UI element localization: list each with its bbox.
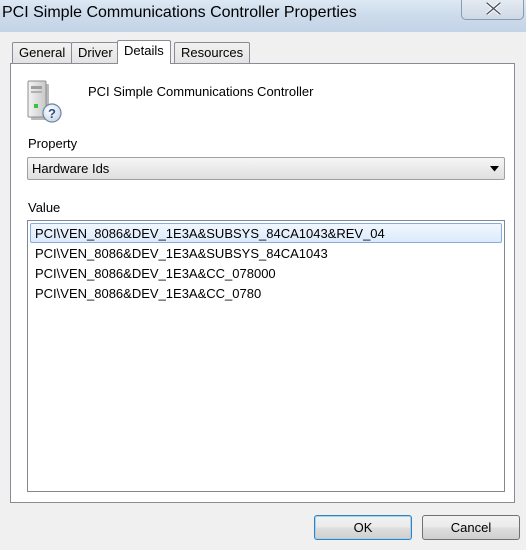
tab-resources-label: Resources (181, 45, 244, 60)
list-item-text: PCI\VEN_8086&DEV_1E3A&SUBSYS_84CA1043 (35, 246, 328, 261)
close-button[interactable] (461, 0, 524, 20)
list-item-text: PCI\VEN_8086&DEV_1E3A&SUBSYS_84CA1043&RE… (35, 226, 385, 241)
ok-button-label: OK (353, 520, 373, 535)
value-label: Value (28, 200, 61, 215)
ok-button[interactable]: OK (314, 515, 412, 540)
close-icon (486, 2, 501, 15)
property-dropdown[interactable]: Hardware Ids (27, 157, 505, 180)
tab-general-label: General (19, 45, 66, 60)
list-item[interactable]: PCI\VEN_8086&DEV_1E3A&CC_078000 (30, 263, 502, 283)
tab-details[interactable]: Details (117, 40, 171, 64)
device-name: PCI Simple Communications Controller (88, 84, 314, 99)
list-item[interactable]: PCI\VEN_8086&DEV_1E3A&SUBSYS_84CA1043 (30, 243, 502, 263)
cancel-button[interactable]: Cancel (422, 515, 520, 540)
list-item-text: PCI\VEN_8086&DEV_1E3A&CC_0780 (35, 286, 262, 301)
property-label: Property (28, 136, 78, 151)
list-item-text: PCI\VEN_8086&DEV_1E3A&CC_078000 (35, 266, 276, 281)
list-item[interactable]: PCI\VEN_8086&DEV_1E3A&CC_0780 (30, 283, 502, 303)
property-selected-value: Hardware Ids (32, 161, 110, 176)
chevron-down-icon (490, 166, 499, 172)
unknown-device-icon: ? (27, 80, 62, 123)
tab-driver[interactable]: Driver (71, 42, 120, 63)
cancel-button-label: Cancel (450, 520, 492, 535)
list-item[interactable]: PCI\VEN_8086&DEV_1E3A&SUBSYS_84CA1043&RE… (30, 223, 502, 243)
tab-resources[interactable]: Resources (174, 42, 251, 63)
tab-driver-label: Driver (78, 45, 113, 60)
tab-general[interactable]: General (12, 42, 73, 63)
svg-text:?: ? (48, 106, 56, 121)
tab-details-label: Details (124, 43, 164, 58)
window-title: PCI Simple Communications Controller Pro… (2, 4, 357, 21)
value-listbox[interactable]: PCI\VEN_8086&DEV_1E3A&SUBSYS_84CA1043&RE… (27, 220, 505, 492)
title-bar[interactable]: PCI Simple Communications Controller Pro… (0, 0, 526, 32)
